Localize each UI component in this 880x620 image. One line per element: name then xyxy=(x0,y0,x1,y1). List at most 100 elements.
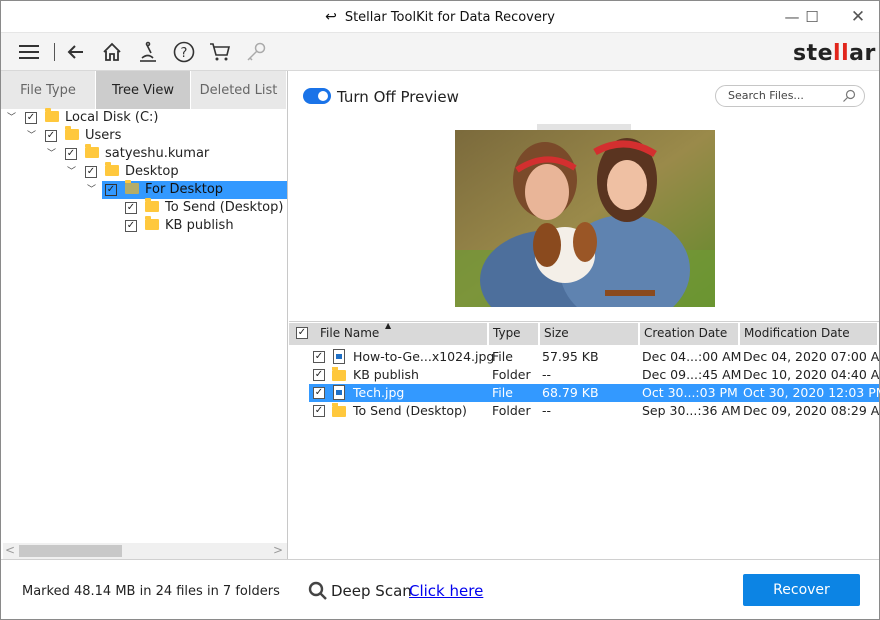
column-modification-date[interactable]: Modification Date xyxy=(740,323,879,345)
tree-node-label: Local Disk (C:) xyxy=(65,110,159,125)
menu-icon[interactable] xyxy=(17,40,41,64)
file-type: Folder xyxy=(492,403,531,418)
folder-icon xyxy=(105,162,119,176)
search-box[interactable] xyxy=(715,85,865,107)
image-file-icon xyxy=(333,385,345,400)
column-file-name[interactable]: ✓ File Name ▲ xyxy=(289,321,489,345)
row-checkbox[interactable]: ✓ xyxy=(313,351,325,363)
back-icon[interactable] xyxy=(64,40,88,64)
table-row[interactable]: ✓ To Send (Desktop) Folder -- Sep 30...:… xyxy=(289,402,880,420)
home-icon[interactable] xyxy=(100,40,124,64)
scroll-left-icon[interactable]: < xyxy=(5,543,15,557)
file-name: How-to-Ge...x1024.jpg xyxy=(353,349,495,364)
search-input[interactable] xyxy=(728,89,838,102)
horizontal-scrollbar[interactable]: < > xyxy=(3,543,287,559)
folder-icon xyxy=(45,108,59,122)
tree-node[interactable]: ✓ KB publish xyxy=(1,216,287,235)
tree-node-label: For Desktop xyxy=(145,182,224,197)
chevron-down-icon[interactable]: ﹀ xyxy=(47,145,59,163)
column-type[interactable]: Type xyxy=(489,323,540,345)
folder-icon xyxy=(332,403,346,417)
chevron-down-icon[interactable]: ﹀ xyxy=(87,181,99,199)
row-checkbox[interactable]: ✓ xyxy=(313,369,325,381)
modification-date: Dec 10, 2020 04:40 AM xyxy=(743,367,880,382)
toolbar: ? stellar xyxy=(1,33,879,71)
file-type: File xyxy=(492,385,513,400)
footer-bar: Marked 48.14 MB in 24 files in 7 folders… xyxy=(1,559,879,619)
scrollbar-thumb[interactable] xyxy=(19,545,122,557)
recover-button[interactable]: Recover xyxy=(743,574,860,606)
stellar-logo: stellar xyxy=(793,41,876,66)
tree-checkbox[interactable]: ✓ xyxy=(45,130,57,142)
chevron-down-icon[interactable]: ﹀ xyxy=(27,127,39,145)
chevron-down-icon[interactable]: ﹀ xyxy=(67,163,79,181)
column-size[interactable]: Size xyxy=(540,323,640,345)
view-tabs: File Type Tree View Deleted List xyxy=(1,71,287,109)
folder-icon xyxy=(125,180,139,194)
tree-node-label: To Send (Desktop) xyxy=(165,200,284,215)
help-icon[interactable]: ? xyxy=(172,40,196,64)
tree-node[interactable]: ﹀ ✓ Desktop xyxy=(1,162,287,181)
tree-checkbox[interactable]: ✓ xyxy=(125,220,137,232)
tree-node-label: KB publish xyxy=(165,218,234,233)
table-row[interactable]: ✓ How-to-Ge...x1024.jpg File 57.95 KB De… xyxy=(289,348,880,366)
cart-icon[interactable] xyxy=(208,40,232,64)
file-type: File xyxy=(492,349,513,364)
table-row[interactable]: ✓ KB publish Folder -- Dec 09...:45 AM D… xyxy=(289,366,880,384)
creation-date: Sep 30...:36 AM xyxy=(642,403,741,418)
folder-icon xyxy=(145,216,159,230)
tree-node[interactable]: ﹀ ✓ Users xyxy=(1,126,287,145)
scroll-right-icon[interactable]: > xyxy=(273,543,283,557)
folder-icon xyxy=(145,198,159,212)
creation-date: Dec 04...:00 AM xyxy=(642,349,742,364)
tree-node[interactable]: ﹀ ✓ Local Disk (C:) xyxy=(1,108,287,127)
tree-checkbox[interactable]: ✓ xyxy=(105,184,117,196)
column-creation-date[interactable]: Creation Date xyxy=(640,323,740,345)
tree-checkbox[interactable]: ✓ xyxy=(25,112,37,124)
file-size: -- xyxy=(542,367,552,382)
file-type: Folder xyxy=(492,367,531,382)
tab-file-type[interactable]: File Type xyxy=(1,71,96,109)
file-name: To Send (Desktop) xyxy=(353,403,467,418)
close-button[interactable]: ✕ xyxy=(843,6,873,28)
tab-deleted-list[interactable]: Deleted List xyxy=(191,71,287,109)
key-icon[interactable] xyxy=(244,40,268,64)
tree-checkbox[interactable]: ✓ xyxy=(85,166,97,178)
modification-date: Dec 09, 2020 08:29 AM xyxy=(743,403,880,418)
preview-toggle-label: Turn Off Preview xyxy=(337,88,459,106)
preview-toggle[interactable] xyxy=(303,88,331,104)
row-checkbox[interactable]: ✓ xyxy=(313,405,325,417)
tree-node[interactable]: ﹀ ✓ satyeshu.kumar xyxy=(1,144,287,163)
select-all-checkbox[interactable]: ✓ xyxy=(296,327,308,339)
right-panel: Turn Off Preview Search Files... ✓ File … xyxy=(289,71,880,559)
folder-icon xyxy=(85,144,99,158)
creation-date: Dec 09...:45 AM xyxy=(642,367,742,382)
toolbar-divider xyxy=(54,43,55,61)
deep-scan-link[interactable]: Click here xyxy=(409,582,483,600)
table-row-selected[interactable]: ✓ Tech.jpg File 68.79 KB Oct 30...:03 PM… xyxy=(289,384,880,402)
left-panel: File Type Tree View Deleted List ﹀ ✓ Loc… xyxy=(1,71,288,559)
file-name: Tech.jpg xyxy=(353,385,405,400)
app-window: ↩ Stellar ToolKit for Data Recovery — ☐ ✕… xyxy=(0,0,880,620)
search-icon[interactable] xyxy=(842,89,856,103)
deep-scan-label: Deep Scan xyxy=(331,582,412,600)
tree-node-label: Users xyxy=(85,128,122,143)
modification-date: Oct 30, 2020 12:03 PM xyxy=(743,385,880,400)
chevron-down-icon[interactable]: ﹀ xyxy=(7,109,19,127)
row-checkbox[interactable]: ✓ xyxy=(313,387,325,399)
maximize-button[interactable]: ☐ xyxy=(797,6,827,28)
tree-checkbox[interactable]: ✓ xyxy=(65,148,77,160)
file-size: 68.79 KB xyxy=(542,385,599,400)
scan-icon[interactable] xyxy=(136,40,160,64)
image-preview xyxy=(455,130,715,307)
tree-checkbox[interactable]: ✓ xyxy=(125,202,137,214)
window-title: Stellar ToolKit for Data Recovery xyxy=(344,10,555,25)
tree-node-label: Desktop xyxy=(125,164,179,179)
tree-node-selected[interactable]: ﹀ ✓ For Desktop xyxy=(1,180,287,199)
marked-status: Marked 48.14 MB in 24 files in 7 folders xyxy=(22,584,280,599)
svg-text:?: ? xyxy=(181,46,188,61)
tab-tree-view[interactable]: Tree View xyxy=(96,71,191,109)
title-bar: ↩ Stellar ToolKit for Data Recovery — ☐ ✕ xyxy=(1,1,879,33)
folder-icon xyxy=(65,126,79,140)
tree-node[interactable]: ✓ To Send (Desktop) xyxy=(1,198,287,217)
